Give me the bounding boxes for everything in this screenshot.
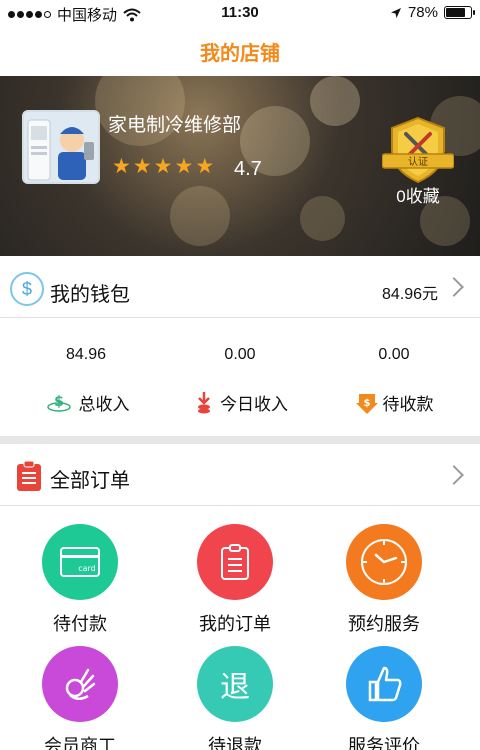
stat-value: 0.00	[224, 346, 256, 363]
star-icon: ★	[174, 155, 194, 178]
shortcut-label: 预约服务	[348, 614, 420, 634]
rating-value: 4.7	[234, 158, 262, 180]
clipboard-icon	[197, 524, 273, 600]
favorites-count[interactable]: 0收藏	[366, 182, 470, 207]
orders-label: 全部订单	[50, 470, 130, 492]
star-icon: ★	[112, 155, 131, 178]
stat-value: 84.96	[65, 346, 107, 363]
shortcut-pending-payment[interactable]: card 待付款	[0, 524, 160, 636]
stat-label: 今日收入	[220, 395, 288, 414]
card-icon: card	[42, 524, 118, 600]
shortcut-members[interactable]: 会员商工	[0, 646, 160, 750]
clock-icon	[346, 524, 422, 600]
orders-row[interactable]: 全部订单	[0, 444, 480, 506]
wallet-amount: 84.96元	[381, 286, 438, 303]
stat-pending[interactable]: 0.00 $ 待收款	[314, 318, 474, 436]
battery-icon	[444, 6, 475, 19]
svg-text:$: $	[363, 398, 370, 409]
shortcut-label: 待退款	[208, 736, 262, 750]
status-right: 78%	[390, 4, 475, 21]
section-divider	[0, 436, 480, 444]
nav-bar: 我的店铺	[0, 26, 480, 76]
svg-text:$: $	[54, 394, 64, 410]
shortcut-reviews[interactable]: 服务评价	[304, 646, 464, 750]
card-icon-text: card	[78, 564, 96, 573]
wallet-label: 我的钱包	[50, 284, 130, 306]
ok-hand-icon	[42, 646, 118, 722]
refund-icon: 退	[197, 646, 273, 722]
shortcut-label: 我的订单	[199, 614, 271, 634]
wallet-dollar-icon: $	[10, 272, 44, 306]
status-bar: 中国移动 11:30 78%	[0, 0, 480, 26]
pending-icon: $	[355, 393, 378, 414]
badge-text: 认证	[408, 155, 428, 168]
order-shortcuts-grid: card 待付款 我的订单 预约服务 会员商工 退 待退款 服务评价	[0, 506, 480, 750]
battery-percent: 78%	[407, 4, 438, 21]
stat-label: 待收款	[382, 395, 434, 414]
shortcut-appointment[interactable]: 预约服务	[304, 524, 464, 636]
shortcut-my-orders[interactable]: 我的订单	[155, 524, 315, 636]
certified-badge-icon: 认证	[382, 116, 454, 184]
shortcut-refund[interactable]: 退 待退款	[155, 646, 315, 750]
clipboard-list-icon	[17, 460, 41, 491]
shop-avatar[interactable]	[22, 110, 100, 184]
income-stats: 84.96 $ 总收入 0.00 今日收入 0.00 $ 待收款	[0, 318, 480, 436]
thumbs-up-icon	[346, 646, 422, 722]
shop-header[interactable]: 家电制冷维修部 ★ ★ ★ ★ ★ 4.7 认证 0收藏	[0, 76, 480, 256]
star-rating: ★ ★ ★ ★ ★	[112, 156, 214, 178]
refund-icon-text: 退	[220, 670, 250, 705]
wallet-row[interactable]: $ 我的钱包 84.96元	[0, 256, 480, 318]
stat-today-income[interactable]: 0.00 今日收入	[160, 318, 320, 436]
chevron-right-icon	[444, 465, 464, 485]
shortcut-label: 待付款	[53, 614, 107, 634]
shortcut-label: 会员商工	[44, 736, 116, 750]
page-title: 我的店铺	[200, 42, 280, 65]
shop-name: 家电制冷维修部	[108, 115, 242, 136]
shortcut-label: 服务评价	[348, 736, 420, 750]
star-icon: ★	[195, 155, 215, 178]
today-income-icon	[198, 391, 210, 413]
stat-total-income[interactable]: 84.96 $ 总收入	[6, 318, 166, 436]
income-icon: $	[46, 394, 71, 412]
chevron-right-icon	[444, 277, 464, 297]
star-icon: ★	[153, 155, 173, 178]
location-arrow-icon	[390, 7, 401, 18]
stat-value: 0.00	[378, 346, 410, 363]
star-icon: ★	[132, 155, 152, 178]
stat-label: 总收入	[78, 395, 130, 414]
